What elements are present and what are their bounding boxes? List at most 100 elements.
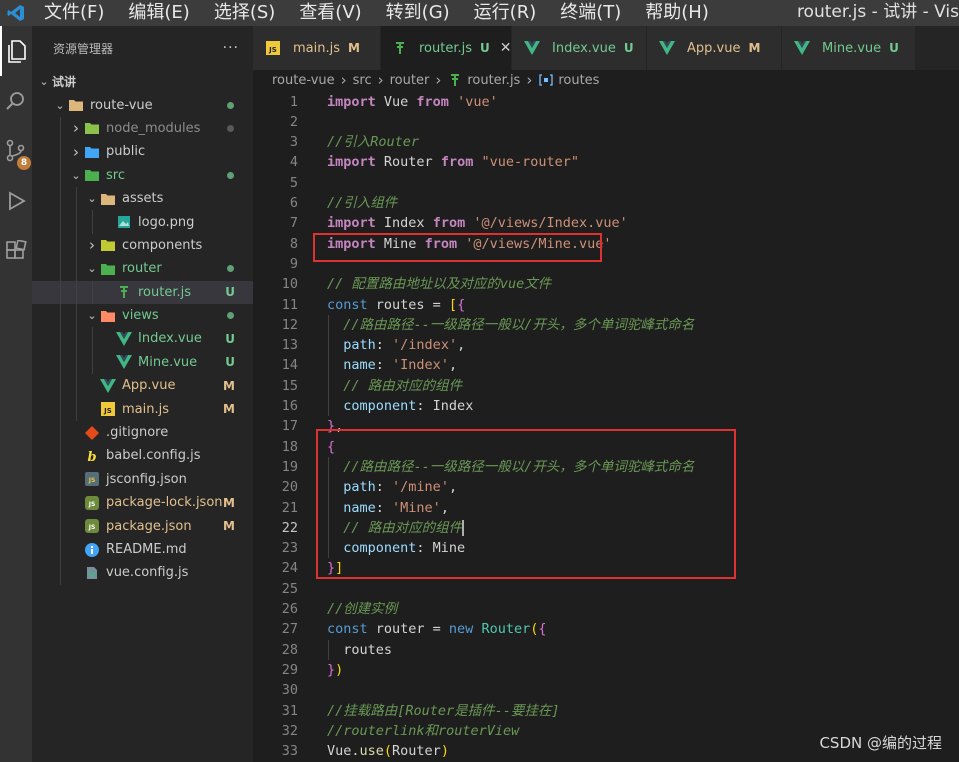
close-icon[interactable]: ✕ bbox=[500, 40, 512, 56]
line-number: 18 bbox=[281, 438, 298, 455]
tree-item[interactable]: JS package.json M bbox=[32, 514, 253, 538]
code-token: 'Index' bbox=[392, 357, 449, 374]
indent-guide bbox=[76, 280, 77, 304]
chevron-right-icon: › bbox=[377, 71, 384, 89]
breadcrumb-item[interactable]: src bbox=[353, 73, 372, 88]
menu-item[interactable]: 帮助(H) bbox=[633, 0, 721, 26]
breadcrumb-item[interactable]: router.js bbox=[467, 73, 520, 88]
tree-item[interactable]: logo.png bbox=[32, 210, 253, 234]
tree-item[interactable]: ⌄ route-vue bbox=[32, 93, 253, 116]
tab-main-js[interactable]: JS main.js M bbox=[253, 26, 381, 70]
line-number: 20 bbox=[281, 479, 298, 496]
line-number: 19 bbox=[281, 458, 298, 475]
workspace-header[interactable]: ⌄ 试讲 bbox=[32, 70, 253, 93]
tree-item[interactable]: App.vue M bbox=[32, 374, 253, 398]
tree-item[interactable]: › node_modules bbox=[32, 116, 253, 141]
tree-item[interactable]: Index.vue U bbox=[32, 327, 253, 351]
breadcrumb-item[interactable]: routes bbox=[558, 73, 599, 88]
tree-item[interactable]: JS main.js M bbox=[32, 397, 253, 421]
svg-text:JS: JS bbox=[88, 524, 96, 531]
tree-item[interactable]: vue.config.js bbox=[32, 561, 253, 585]
indent-guide bbox=[60, 420, 61, 445]
code-text: //引入组件 bbox=[327, 193, 397, 213]
line-number: 12 bbox=[281, 316, 298, 333]
menu-item[interactable]: 编辑(E) bbox=[116, 0, 201, 26]
tree-item-label: assets bbox=[122, 191, 164, 207]
tab-router-js[interactable]: router.js U ✕ bbox=[381, 26, 512, 70]
chevron-down-icon: ⌄ bbox=[71, 168, 81, 182]
line-number: 25 bbox=[281, 580, 298, 597]
menu-item[interactable]: 文件(F) bbox=[32, 0, 116, 26]
tree-item[interactable]: README.md bbox=[32, 537, 253, 562]
tree-item[interactable]: .gitignore bbox=[32, 420, 253, 445]
indent-guide bbox=[60, 303, 61, 328]
tab-status: U bbox=[623, 41, 634, 55]
menu-item[interactable]: 选择(S) bbox=[202, 0, 287, 26]
line-number: 26 bbox=[281, 601, 298, 617]
tree-item[interactable]: Mine.vue U bbox=[32, 350, 253, 375]
code-token: import bbox=[327, 93, 376, 110]
activity-bar: 8 bbox=[0, 26, 32, 762]
code-text: import Vue from 'vue' bbox=[327, 92, 498, 112]
tab-index-vue[interactable]: Index.vue U bbox=[512, 26, 647, 70]
tree-item-label: package.json bbox=[106, 518, 192, 534]
tree-item[interactable]: ⌄ src bbox=[32, 163, 253, 187]
menu-item[interactable]: 终端(T) bbox=[548, 0, 633, 26]
tree-item[interactable]: › public bbox=[32, 140, 253, 164]
menu-item[interactable]: 运行(R) bbox=[462, 0, 549, 26]
tree-item[interactable]: ⌄ views bbox=[32, 303, 253, 328]
tree-item-label: README.md bbox=[106, 542, 187, 557]
indent-guide bbox=[60, 350, 61, 375]
line-number: 1 bbox=[289, 93, 298, 110]
tab-label: Mine.vue bbox=[822, 40, 882, 56]
extensions-icon[interactable] bbox=[0, 226, 32, 276]
line-number: 23 bbox=[281, 540, 298, 557]
indent-guide bbox=[76, 186, 77, 211]
code-text: path: '/index', bbox=[327, 335, 465, 355]
tree-item[interactable]: › components bbox=[32, 233, 253, 258]
tree-item[interactable]: JS jsconfig.json bbox=[32, 467, 253, 492]
tree-item[interactable]: b babel.config.js bbox=[32, 444, 253, 468]
code-token: use bbox=[359, 743, 384, 760]
indent-guide bbox=[60, 491, 61, 515]
js-file-icon: JS bbox=[100, 401, 116, 417]
tree-item[interactable]: ⌄ assets bbox=[32, 186, 253, 211]
line-number: 27 bbox=[281, 621, 298, 638]
router-file-icon bbox=[116, 284, 132, 300]
tab-mine-vue[interactable]: Mine.vue U bbox=[782, 26, 916, 70]
indent-guide bbox=[92, 210, 93, 234]
code-text: Vue.use(Router) bbox=[327, 741, 449, 761]
tab-app-vue[interactable]: App.vue M bbox=[647, 26, 782, 70]
line-number: 33 bbox=[281, 743, 298, 760]
tree-item[interactable]: ⌄ router bbox=[32, 257, 253, 281]
menu-item[interactable]: 查看(V) bbox=[287, 0, 373, 26]
line-number: 24 bbox=[281, 560, 298, 577]
menu-item[interactable]: 转到(G) bbox=[374, 0, 462, 26]
source-control-icon[interactable]: 8 bbox=[0, 126, 32, 176]
explorer-icon[interactable] bbox=[0, 26, 32, 76]
breadcrumb-item[interactable]: route-vue bbox=[272, 73, 335, 88]
chevron-right-icon: › bbox=[340, 71, 347, 89]
code-text: const routes = [{ bbox=[327, 295, 465, 315]
breadcrumb-item[interactable]: router bbox=[390, 73, 430, 88]
more-actions-icon[interactable]: ··· bbox=[223, 40, 239, 56]
tree-item[interactable]: JS package-lock.json M bbox=[32, 491, 253, 515]
indent-guide bbox=[60, 257, 61, 281]
search-icon[interactable] bbox=[0, 76, 32, 126]
code-token: //引入组件 bbox=[327, 195, 398, 211]
vue-file-icon bbox=[794, 40, 810, 56]
code-editor[interactable]: 1 import Vue from 'vue' 2 3//引入Router 4 impor… bbox=[253, 90, 959, 762]
line-number: 31 bbox=[281, 702, 298, 719]
line-number: 16 bbox=[281, 398, 298, 414]
code-token: //挂载路由[Router是插件--要挂在] bbox=[327, 702, 560, 719]
code-token: "vue-router" bbox=[481, 154, 580, 171]
editor-tabs: JS main.js Mrouter.js U ✕ Index.vue U App.vue M M… bbox=[253, 26, 959, 70]
code-token: const bbox=[327, 621, 368, 638]
code-text: name: 'Index', bbox=[327, 355, 457, 375]
code-text: }) bbox=[327, 660, 343, 680]
run-debug-icon[interactable] bbox=[0, 176, 32, 226]
tree-item[interactable]: router.js U bbox=[32, 280, 253, 304]
line-number: 14 bbox=[281, 357, 298, 374]
